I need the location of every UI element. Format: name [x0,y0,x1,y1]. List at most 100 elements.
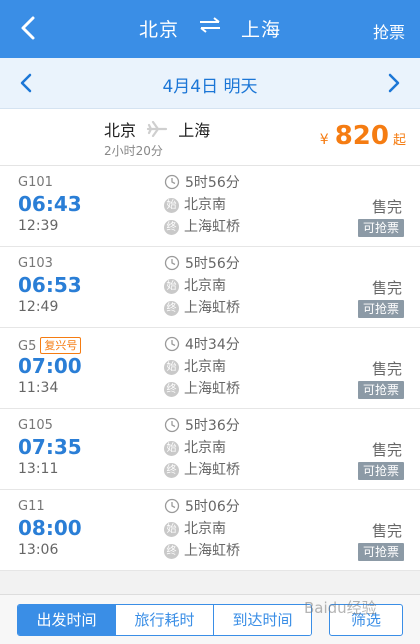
departure-time: 08:00 [18,516,82,540]
clock-icon [164,498,180,514]
train-row[interactable]: G5 复兴号 07:00 11:34 4时34分 始北京南 终上海虹桥 售完 可抢… [0,328,420,409]
top-nav-bar: 北京 上海 抢票 [0,0,420,58]
train-number: G101 [18,175,53,190]
sold-out-status: 售完 [371,198,402,216]
flight-duration: 2小时20分 [104,144,163,158]
date-selector-bar: 4月4日 明天 [0,58,420,109]
train-number-text: G11 [18,499,45,514]
sort-departure-time-tab[interactable]: 出发时间 [18,605,116,635]
grab-ticket-tag[interactable]: 可抢票 [357,219,404,237]
travel-duration: 4时34分 [164,336,240,354]
sold-out-status: 售完 [371,279,402,297]
origin-marker: 始 [164,522,179,537]
origin-station-name: 北京南 [184,197,226,213]
train-number: G103 [18,256,53,271]
currency-symbol: ¥ [319,132,329,148]
grab-ticket-tag[interactable]: 可抢票 [357,381,404,399]
terminal-station-name: 上海虹桥 [184,462,240,478]
train-number: G11 [18,499,45,514]
sold-out-status: 售完 [371,360,402,378]
origin-marker: 始 [164,441,179,456]
origin-station-name: 北京南 [184,521,226,537]
terminal-station: 终上海虹桥 [164,380,240,398]
terminal-marker: 终 [164,544,179,559]
origin-station: 始北京南 [164,196,226,214]
clock-icon [164,255,180,271]
grab-ticket-tag[interactable]: 可抢票 [357,543,404,561]
departure-time: 06:43 [18,192,82,216]
origin-marker: 始 [164,360,179,375]
train-row[interactable]: G105 07:35 13:11 5时36分 始北京南 终上海虹桥 售完 可抢票 [0,409,420,490]
terminal-station: 终上海虹桥 [164,218,240,236]
summary-from-city: 北京 [104,121,137,140]
train-row[interactable]: G101 06:43 12:39 5时56分 始北京南 终上海虹桥 售完 可抢票 [0,166,420,247]
departure-time: 07:35 [18,435,82,459]
terminal-station-name: 上海虹桥 [184,219,240,235]
sold-out-status: 售完 [371,522,402,540]
clock-icon [164,336,180,352]
departure-time: 07:00 [18,354,82,378]
travel-duration: 5时56分 [164,174,240,192]
arrival-time: 13:06 [18,542,59,558]
travel-duration: 5时56分 [164,255,240,273]
origin-marker: 始 [164,198,179,213]
summary-route: 北京 上海 [104,117,210,141]
train-number-text: G5 [18,339,37,354]
train-number-text: G105 [18,418,53,433]
travel-duration: 5时06分 [164,498,240,516]
terminal-station: 终上海虹桥 [164,542,240,560]
duration-text: 5时56分 [185,256,240,272]
arrival-time: 12:49 [18,299,59,315]
train-row[interactable]: G103 06:53 12:49 5时56分 始北京南 终上海虹桥 售完 可抢票 [0,247,420,328]
train-number-text: G103 [18,256,53,271]
arrival-time: 11:34 [18,380,59,396]
origin-station: 始北京南 [164,520,226,538]
lowest-price: ¥820 起 [320,121,406,151]
duration-text: 5时56分 [185,175,240,191]
train-number: G105 [18,418,53,433]
terminal-station-name: 上海虹桥 [184,300,240,316]
duration-text: 5时36分 [185,418,240,434]
train-number: G5 复兴号 [18,337,82,354]
grab-ticket-button[interactable]: 抢票 [373,19,405,43]
duration-text: 5时06分 [185,499,240,515]
origin-station-name: 北京南 [184,359,226,375]
next-day-chevron-icon[interactable] [384,71,404,95]
flight-price-summary[interactable]: 北京 上海 2小时20分 ¥820 起 [0,109,420,166]
clock-icon [164,174,180,190]
origin-marker: 始 [164,279,179,294]
route-title: 北京 上海 [0,15,420,42]
train-row[interactable]: G11 08:00 13:06 5时06分 始北京南 终上海虹桥 售完 可抢票 [0,490,420,571]
terminal-station-name: 上海虹桥 [184,381,240,397]
header-from-city: 北京 [138,19,179,41]
sort-segmented-control: 出发时间 旅行耗时 到达时间 [17,604,312,636]
clock-icon [164,417,180,433]
terminal-station-name: 上海虹桥 [184,543,240,559]
terminal-marker: 终 [164,382,179,397]
travel-duration: 5时36分 [164,417,240,435]
duration-text: 4时34分 [185,337,240,353]
grab-ticket-tag[interactable]: 可抢票 [357,300,404,318]
swap-arrows-icon[interactable] [198,16,222,34]
arrival-time: 12:39 [18,218,59,234]
sort-arrival-time-tab[interactable]: 到达时间 [214,605,311,635]
sold-out-status: 售完 [371,441,402,459]
origin-station-name: 北京南 [184,440,226,456]
price-suffix: 起 [392,133,406,148]
summary-to-city: 上海 [178,121,211,140]
baidu-watermark: Baidu经验 [304,599,377,617]
selected-date[interactable]: 4月4日 明天 [0,72,420,97]
arrival-time: 13:11 [18,461,59,477]
sort-travel-duration-tab[interactable]: 旅行耗时 [116,605,214,635]
grab-ticket-tag[interactable]: 可抢票 [357,462,404,480]
origin-station: 始北京南 [164,439,226,457]
train-list: G101 06:43 12:39 5时56分 始北京南 终上海虹桥 售完 可抢票… [0,166,420,571]
plane-icon [147,121,168,137]
terminal-station: 终上海虹桥 [164,299,240,317]
departure-time: 06:53 [18,273,82,297]
header-to-city: 上海 [241,19,282,41]
price-value: 820 [334,121,389,151]
origin-station: 始北京南 [164,277,226,295]
terminal-marker: 终 [164,220,179,235]
origin-station-name: 北京南 [184,278,226,294]
